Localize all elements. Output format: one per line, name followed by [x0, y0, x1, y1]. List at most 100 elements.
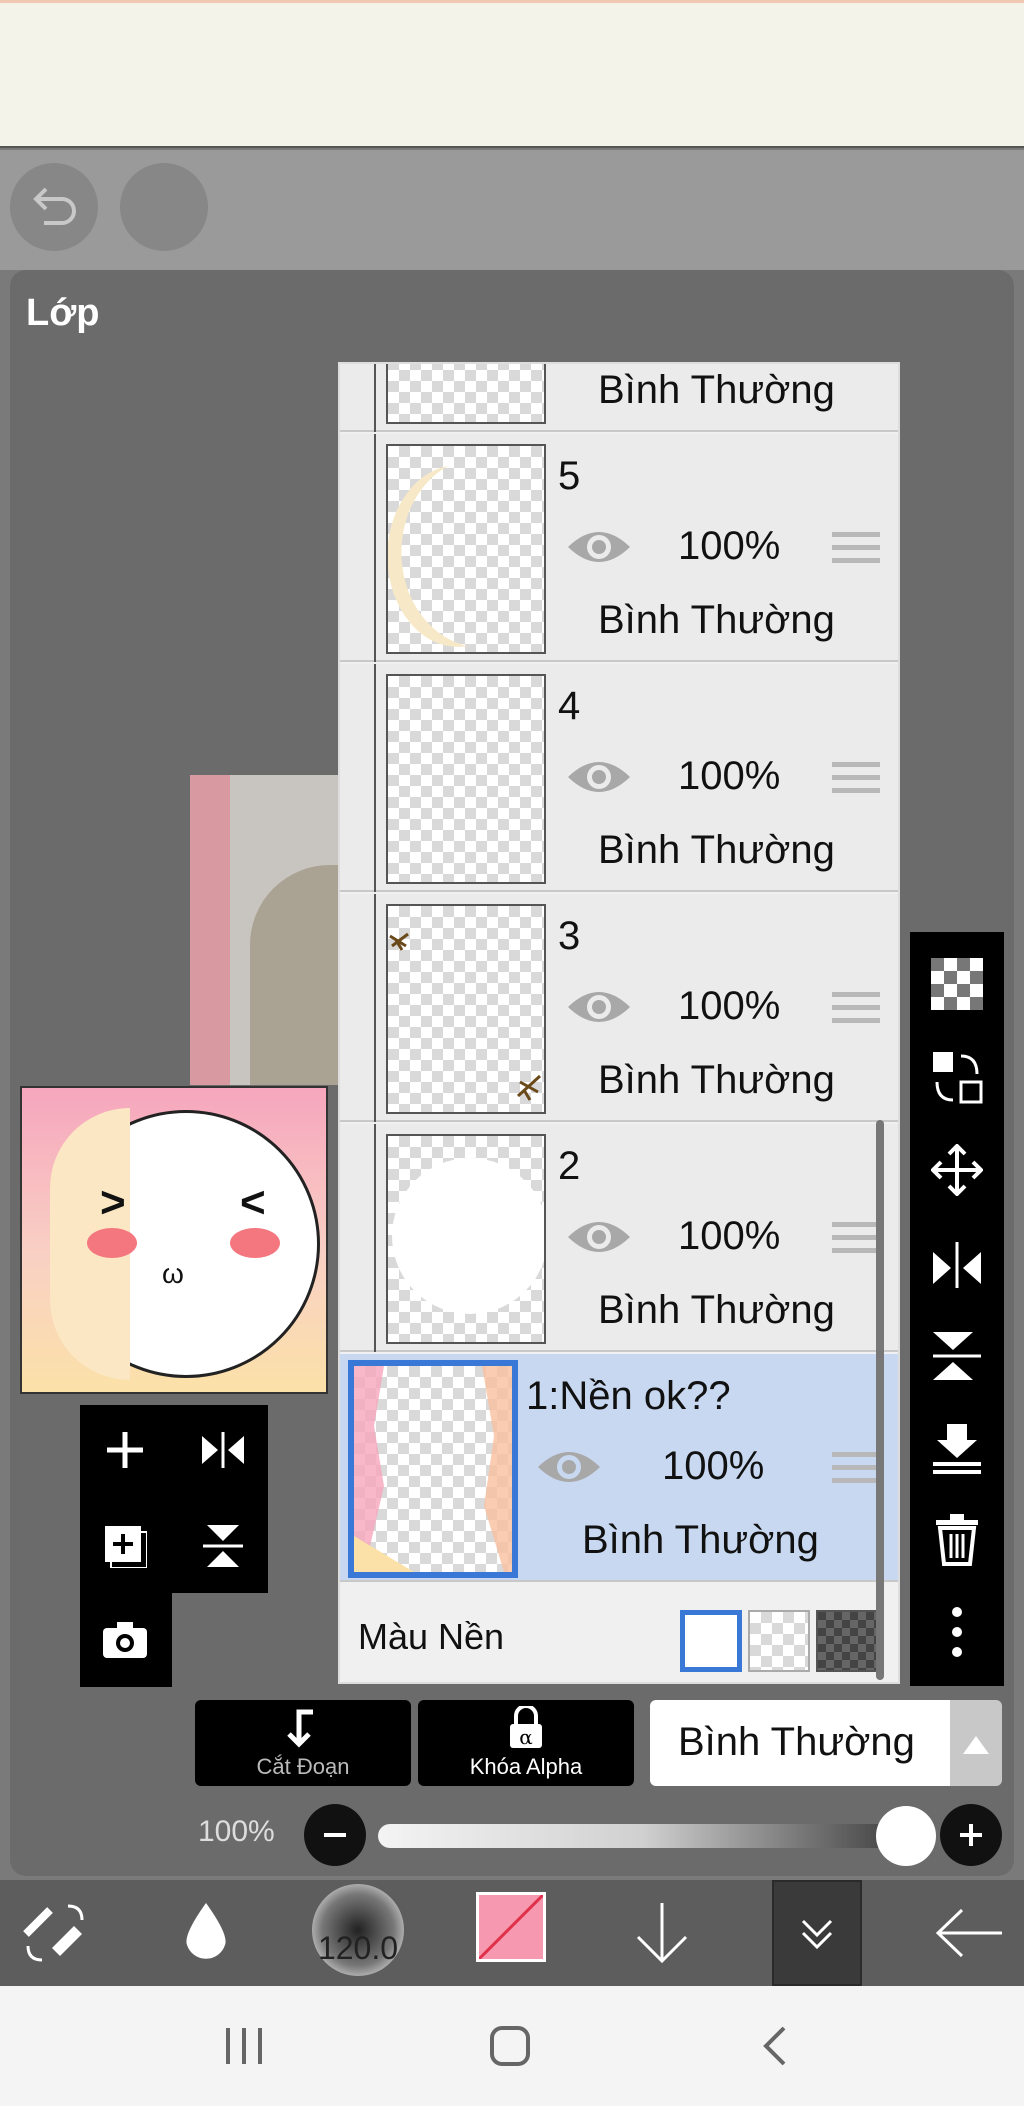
- layer-thumbnail: [386, 364, 546, 424]
- background-color-row: Màu Nền: [340, 1594, 898, 1682]
- brush-eraser-swap-icon: [23, 1904, 84, 1962]
- layer-row[interactable]: Bình Thường: [340, 364, 898, 432]
- layer-tools-left-2: [80, 1593, 172, 1687]
- background-white-swatch[interactable]: [680, 1610, 742, 1672]
- layer-row[interactable]: 3 100% Bình Thường: [340, 894, 898, 1122]
- checker-icon: [931, 958, 983, 1010]
- camera-icon: [103, 1622, 147, 1658]
- flip-horizontal-icon: [202, 1432, 244, 1468]
- swap-layer-button[interactable]: [925, 1046, 989, 1110]
- delete-layer-button[interactable]: [925, 1508, 989, 1572]
- top-strip: [0, 0, 1024, 148]
- dropper-button[interactable]: [176, 1890, 236, 1976]
- layer-menu-button[interactable]: [772, 1880, 862, 1986]
- canvas-background: [190, 775, 340, 1085]
- layer-row[interactable]: 4 100% Bình Thường: [340, 664, 898, 892]
- layer-blend-mode[interactable]: Bình Thường: [598, 598, 835, 643]
- layer-tools-right: [910, 932, 1004, 1686]
- layer-row[interactable]: 5 100% Bình Thường: [340, 434, 898, 662]
- eye-icon[interactable]: [566, 982, 632, 1032]
- color-swatch-button[interactable]: [476, 1892, 546, 1962]
- flip-vertical-icon: [933, 1332, 981, 1380]
- layer-row-selected[interactable]: 1:Nền ok?? 100% Bình Thường: [340, 1354, 898, 1582]
- flip-vertical-icon: [203, 1525, 243, 1567]
- background-transparent-swatch[interactable]: [748, 1610, 810, 1672]
- layer-opacity: 100%: [662, 1444, 765, 1488]
- brush-size-value: 120.0: [317, 1930, 399, 1966]
- minus-icon: [324, 1833, 346, 1837]
- tool-switch-button[interactable]: [18, 1890, 92, 1976]
- transparency-button[interactable]: [925, 952, 989, 1016]
- drag-handle-icon[interactable]: [832, 992, 880, 1028]
- more-options-button[interactable]: [925, 1600, 989, 1664]
- layer-thumbnail: [386, 444, 546, 654]
- canvas-preview[interactable]: > < ω: [20, 1086, 328, 1394]
- opacity-slider-thumb[interactable]: [876, 1806, 936, 1866]
- clipping-label: Cắt Đoạn: [256, 1754, 350, 1779]
- flip-vertical-button[interactable]: [188, 1511, 258, 1581]
- blend-mode-dropdown-button[interactable]: [950, 1700, 1002, 1786]
- nav-back-icon[interactable]: [760, 2024, 790, 2068]
- layer-opacity: 100%: [678, 1214, 781, 1258]
- layer-thumbnail: [386, 674, 546, 884]
- layer-thumbnail: [348, 1360, 518, 1578]
- flip-layer-vertical-button[interactable]: [925, 1324, 989, 1388]
- color-slash-icon: [479, 1895, 543, 1959]
- background-color-label: Màu Nền: [358, 1616, 505, 1657]
- eye-icon[interactable]: [536, 1442, 602, 1492]
- eye-icon[interactable]: [566, 1212, 632, 1262]
- back-button[interactable]: [932, 1890, 1006, 1976]
- chevron-double-down-icon: [801, 1919, 833, 1950]
- flip-horizontal-button[interactable]: [188, 1415, 258, 1485]
- layer-name: 3: [558, 914, 581, 958]
- layer-name: 1:Nền ok??: [526, 1374, 731, 1418]
- triangle-up-icon: [963, 1736, 989, 1754]
- blend-mode-value: Bình Thường: [678, 1720, 915, 1764]
- recent-apps-icon[interactable]: [222, 2026, 266, 2066]
- add-layer-button[interactable]: [90, 1415, 160, 1485]
- drag-handle-icon[interactable]: [832, 1452, 880, 1488]
- redo-button[interactable]: [120, 163, 208, 251]
- clipping-arrow-icon: [287, 1709, 313, 1748]
- opacity-increase-button[interactable]: [940, 1804, 1002, 1866]
- merge-down-button[interactable]: [925, 1416, 989, 1480]
- blend-mode-select[interactable]: Bình Thường: [650, 1700, 950, 1786]
- layer-blend-mode[interactable]: Bình Thường: [598, 1058, 835, 1103]
- move-icon: [931, 1144, 983, 1196]
- layer-tools-left: [80, 1405, 268, 1593]
- layer-list-scrollbar[interactable]: [876, 1120, 884, 1680]
- arrow-down-icon: [636, 1903, 688, 1964]
- move-button[interactable]: [925, 1138, 989, 1202]
- undo-button[interactable]: [10, 163, 98, 251]
- layer-blend-mode[interactable]: Bình Thường: [598, 828, 835, 873]
- panel-title: Lớp: [26, 292, 100, 334]
- swap-icon: [933, 1052, 983, 1104]
- flip-horizontal-icon: [933, 1242, 981, 1288]
- alpha-lock-button[interactable]: α Khóa Alpha: [418, 1700, 634, 1786]
- opacity-slider-track[interactable]: [378, 1824, 908, 1848]
- add-special-layer-button[interactable]: [90, 1511, 160, 1581]
- layer-name: 2: [558, 1144, 581, 1188]
- layer-list[interactable]: Bình Thường 5 100% Bình Thường 4 100% Bì…: [338, 362, 900, 1684]
- plus-icon: [960, 1824, 982, 1846]
- svg-text:α: α: [519, 1725, 533, 1749]
- background-dark-swatch[interactable]: [816, 1610, 878, 1672]
- layer-blend-mode[interactable]: Bình Thường: [582, 1518, 819, 1563]
- clipping-button[interactable]: Cắt Đoạn: [195, 1700, 411, 1786]
- opacity-decrease-button[interactable]: [304, 1804, 366, 1866]
- drag-handle-icon[interactable]: [832, 532, 880, 568]
- layer-blend-mode: Bình Thường: [598, 368, 835, 412]
- more-vertical-icon: [952, 1607, 962, 1657]
- download-button[interactable]: [630, 1890, 694, 1976]
- eye-icon[interactable]: [566, 752, 632, 802]
- home-icon[interactable]: [488, 2024, 532, 2068]
- layer-blend-mode[interactable]: Bình Thường: [598, 1288, 835, 1333]
- plus-icon: [107, 1432, 143, 1468]
- layer-row[interactable]: 2 100% Bình Thường: [340, 1124, 898, 1352]
- flip-layer-horizontal-button[interactable]: [925, 1232, 989, 1296]
- drag-handle-icon[interactable]: [832, 762, 880, 798]
- layer-thumbnail: [386, 1134, 548, 1344]
- drag-handle-icon[interactable]: [832, 1222, 880, 1258]
- eye-icon[interactable]: [566, 522, 632, 572]
- camera-button[interactable]: [90, 1605, 160, 1675]
